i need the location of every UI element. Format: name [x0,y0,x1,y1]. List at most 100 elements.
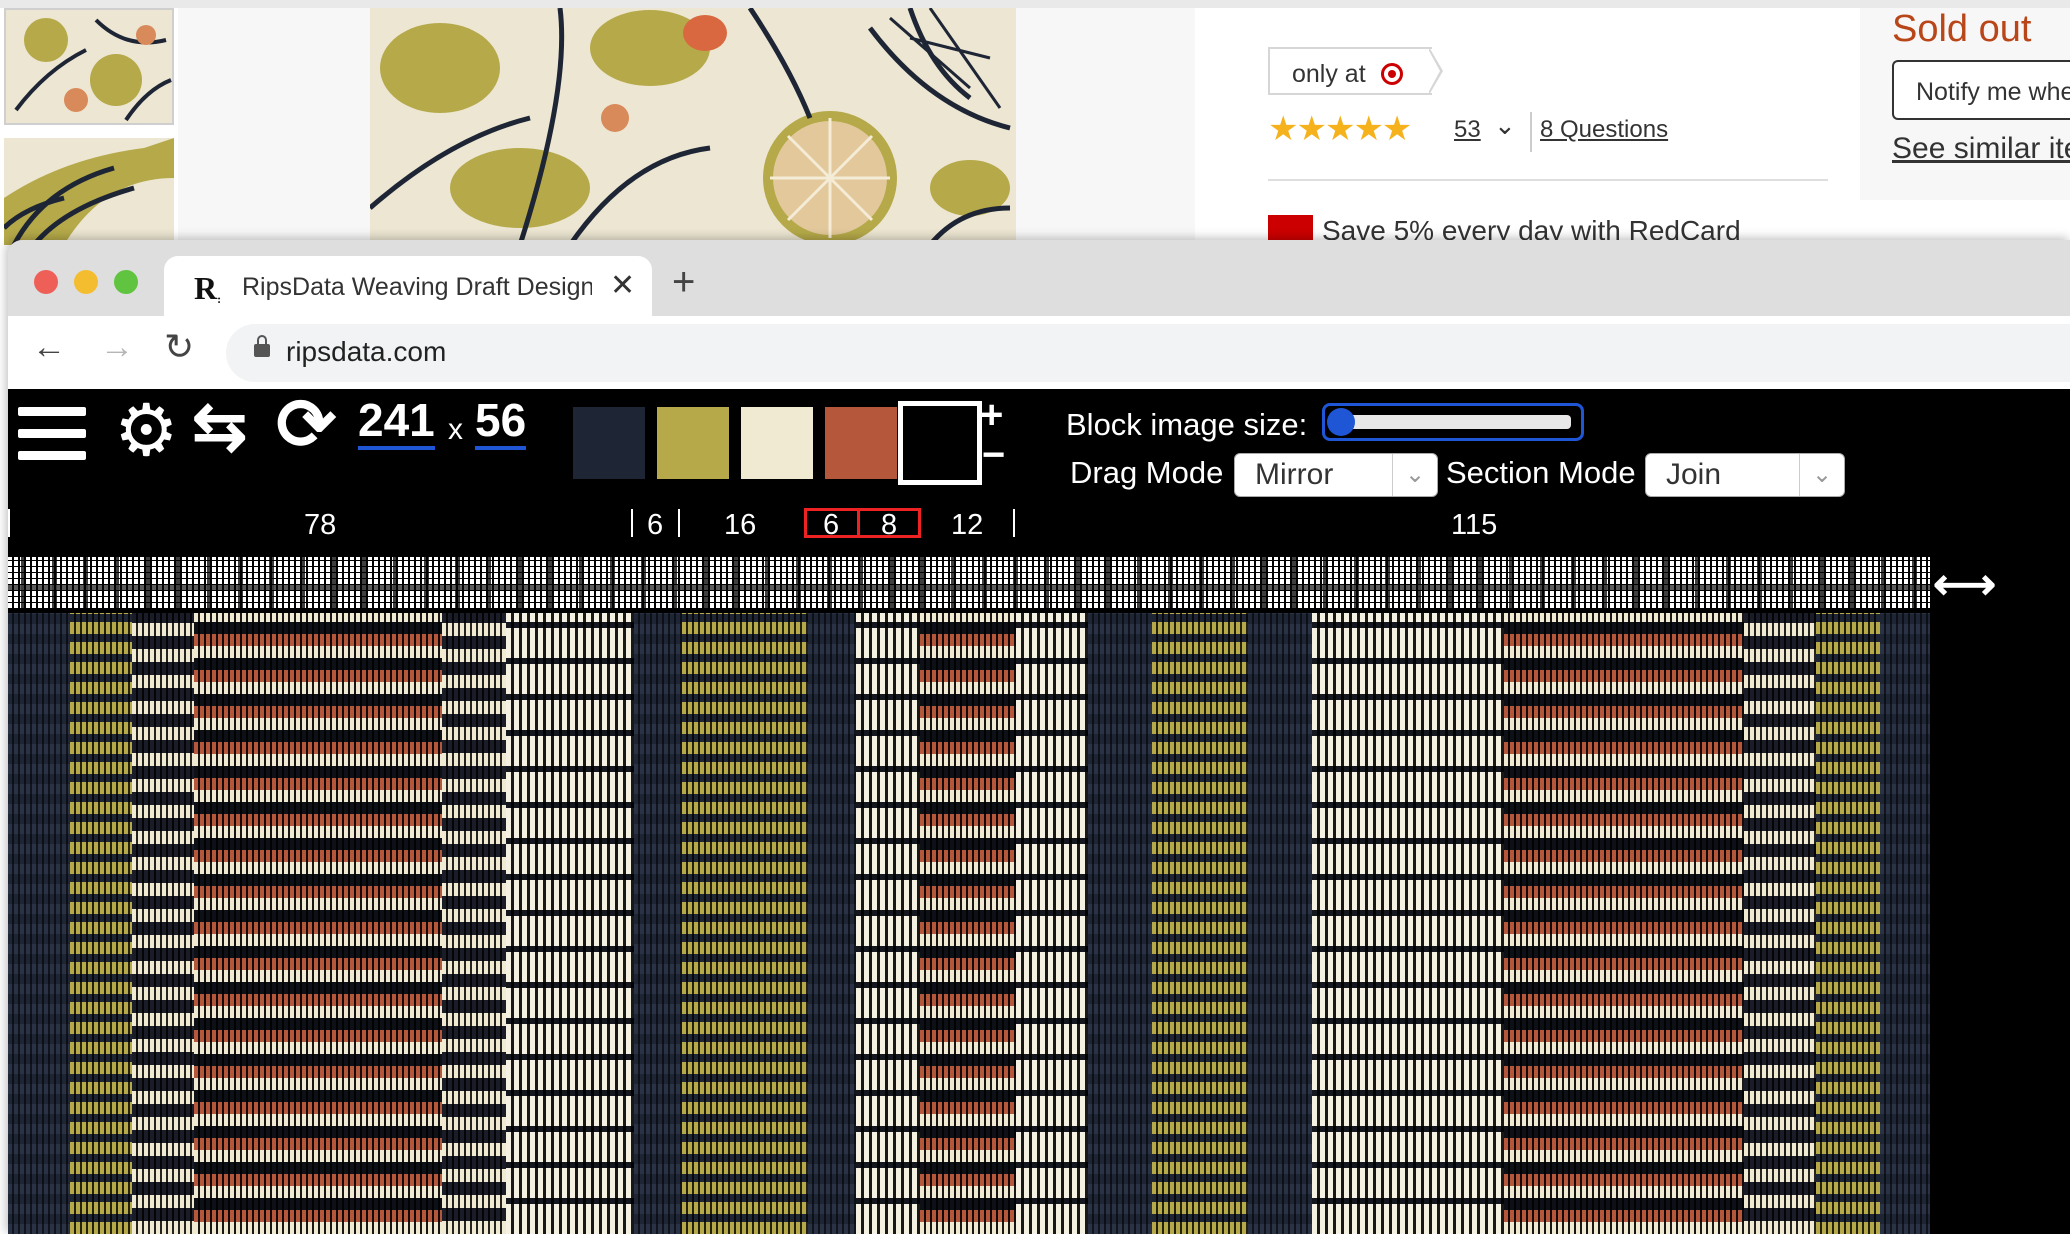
target-logo-icon [1380,63,1403,85]
weave-stripe [856,613,920,1234]
navigation-bar: ← → ↻ ripsdata.com [8,316,2070,389]
weave-stripe [70,613,132,1234]
block-image-size-slider[interactable] [1322,403,1584,441]
background-product-page: only at ★★★★★ 53 ⌄ 8 Questions Save 5% e… [0,0,2070,245]
weave-stripe [920,613,1016,1234]
swap-icon[interactable]: ⇆ [192,393,247,459]
close-window-button[interactable] [34,270,58,294]
weave-stripe [1248,613,1312,1234]
weave-stripe [1016,613,1088,1234]
lock-icon [254,335,270,357]
gear-icon[interactable]: ⚙ [114,395,179,467]
weave-stripe [682,613,808,1234]
height-value[interactable]: 56 [475,395,527,450]
browser-tab[interactable]: R: RipsData Weaving Draft Designer ✕ [164,256,652,316]
favicon-icon: R: [194,270,222,306]
drag-mode-label: Drag Mode [1070,455,1224,490]
weave-stripe [808,613,856,1234]
drag-mode-select[interactable]: Mirror ⌄ [1234,453,1438,497]
image-gutter [178,8,370,245]
badge-tip [1428,49,1440,93]
zoom-window-button[interactable] [114,270,138,294]
weave-stripe [194,613,442,1234]
section-mode-select[interactable]: Join ⌄ [1645,453,1845,497]
slider-thumb[interactable] [1327,408,1355,436]
rating-stars[interactable]: ★★★★★ [1268,112,1412,146]
url-text[interactable]: ripsdata.com [286,336,446,368]
weave-stripe [8,613,70,1234]
weave-drawdown[interactable] [8,613,1930,1234]
drag-mode-value: Mirror [1255,458,1334,491]
width-value[interactable]: 241 [358,395,435,450]
product-thumbnail[interactable] [4,8,174,125]
resize-handle-icon[interactable]: ⟷ [1933,563,1996,607]
page-top-border [0,0,2070,8]
section-ruler: 78 6 16 6 8 12 115 [8,505,2070,545]
menu-icon[interactable] [18,407,86,461]
section-divider[interactable] [8,509,10,537]
section-divider[interactable] [1013,509,1015,537]
threading-pattern [8,557,1930,609]
section-mode-label: Section Mode [1446,455,1636,490]
minus-icon[interactable]: − [982,435,1005,475]
section-divider[interactable] [678,509,680,537]
refresh-icon[interactable]: ⟳ [276,389,336,461]
weave-stripe [634,613,682,1234]
weave-stripe [442,613,506,1234]
browser-window: R: RipsData Weaving Draft Designer ✕ + ←… [8,240,2070,1234]
section-mode-value: Join [1666,458,1722,491]
floral-fabric-thumb-image [6,10,172,123]
weave-stripe [1880,613,1930,1234]
weave-stripe [1816,613,1880,1234]
slider-track [1341,415,1571,429]
notify-me-button[interactable]: Notify me when [1892,60,2070,120]
palette-swatch[interactable] [657,407,729,479]
tab-title: RipsData Weaving Draft Designer [242,273,592,301]
reload-icon[interactable]: ↻ [164,326,194,368]
section-width-label[interactable]: 6 [823,509,839,542]
sold-out-label: Sold out [1892,8,2032,50]
chevron-down-icon: ⌄ [1392,454,1437,496]
times-label: x [448,413,463,446]
weave-stripe [1744,613,1816,1234]
section-width-label[interactable]: 6 [647,509,663,542]
see-similar-link[interactable]: See similar items [1892,132,2070,166]
weave-stripe [1088,613,1152,1234]
weave-stripe [132,613,194,1234]
plus-icon[interactable]: + [672,262,695,302]
chevron-down-icon[interactable]: ⌄ [1494,110,1516,141]
questions-link[interactable]: 8 Questions [1540,116,1668,144]
palette-swatch[interactable] [741,407,813,479]
section-width-label[interactable]: 115 [1451,509,1497,542]
palette-swatch[interactable] [573,407,645,479]
forward-arrow-icon[interactable]: → [100,328,134,367]
palette-swatch[interactable] [825,407,897,479]
block-image-size-label: Block image size: [1066,407,1308,442]
close-icon[interactable]: ✕ [610,268,635,303]
minimize-window-button[interactable] [74,270,98,294]
section-width-label[interactable]: 12 [951,509,983,542]
floral-fabric-image [370,8,1016,245]
plus-icon[interactable]: + [980,395,1003,435]
back-arrow-icon[interactable]: ← [32,328,66,367]
chevron-down-icon: ⌄ [1799,454,1844,496]
section-width-label[interactable]: 78 [304,509,336,542]
weaving-draft-app: ⚙ ⇆ ⟳ 241 x 56 + − Block image size: Dra… [8,389,2070,1234]
weave-stripe [1312,613,1504,1234]
divider [1268,179,1828,181]
product-main-image [370,8,1016,245]
thumbnail-strip [0,8,179,245]
only-at-badge: only at [1268,47,1432,95]
only-at-label: only at [1292,60,1366,88]
section-width-label[interactable]: 16 [724,509,756,542]
product-thumbnail[interactable] [4,138,174,245]
fabric-detail-thumb-image [4,138,174,245]
rating-count-link[interactable]: 53 [1454,116,1481,144]
section-width-label[interactable]: 8 [881,509,897,542]
divider [1530,112,1532,152]
image-gutter [1016,8,1195,245]
weave-stripe [1152,613,1248,1234]
palette-swatch[interactable] [898,401,982,485]
section-divider[interactable] [631,509,633,537]
address-bar[interactable]: ripsdata.com [226,324,2070,382]
